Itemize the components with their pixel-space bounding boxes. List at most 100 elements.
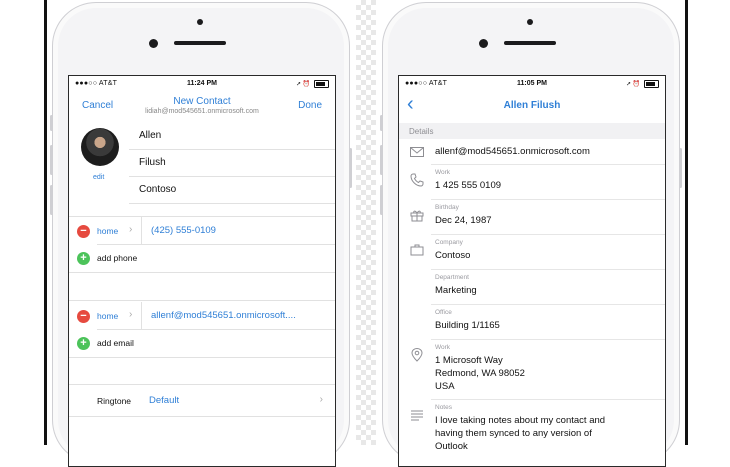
work-phone-value: 1 425 555 0109 [435,180,502,191]
department-row: Department Marketing [399,270,665,305]
phone-left: ●●●○○ AT&T 11:24 PM ➚ ⏰ Cancel New Conta… [50,2,352,467]
phone-right: ●●●○○ AT&T 11:05 PM ➚ ⏰ ‹ Allen Filush D… [380,2,682,467]
phone-icon [410,173,424,187]
nav-bar: ‹ Allen Filush [399,92,665,122]
work-address-row[interactable]: Work 1 Microsoft Way Redmond, WA 98052 U… [399,340,665,400]
frame-border-right [685,0,688,445]
front-camera [149,39,158,48]
email-value: allenf@mod545651.onmicrosoft.com [435,146,590,157]
contact-details-screen: ●●●○○ AT&T 11:05 PM ➚ ⏰ ‹ Allen Filush D… [398,75,666,467]
work-phone-row[interactable]: Work 1 425 555 0109 [399,165,665,200]
company-value: Contoso [435,250,471,261]
company-field[interactable]: Contoso [129,176,335,204]
email-detail-row[interactable]: allenf@mod545651.onmicrosoft.com [399,139,665,165]
front-sensor [197,19,203,25]
birthday-row: Birthday Dec 24, 1987 [399,200,665,235]
battery-icon [644,80,659,88]
address-line-2: Redmond, WA 98052 [435,368,525,379]
alarm-icon: ⏰ [632,81,641,88]
phone-number-field[interactable]: (425) 555-0109 [151,225,216,236]
company-label: Company [435,239,463,246]
notes-line-3: Outlook [435,441,468,452]
remove-email-button[interactable]: − [77,310,90,323]
add-phone-row[interactable]: + add phone [69,244,335,271]
status-time: 11:24 PM [187,80,217,87]
chevron-right-icon: › [129,309,133,320]
divider [141,302,142,329]
phone-label-selector[interactable]: home [97,226,118,236]
department-label: Department [435,274,469,281]
new-contact-screen: ●●●○○ AT&T 11:24 PM ➚ ⏰ Cancel New Conta… [68,75,336,467]
status-time: 11:05 PM [517,80,547,87]
gift-icon [410,210,424,222]
company-row: Company Contoso [399,235,665,270]
company-value: Contoso [139,184,177,195]
done-button[interactable]: Done [298,100,322,111]
volume-up-button [380,145,383,175]
last-name-field[interactable]: Filush [129,149,335,177]
edit-photo-link[interactable]: edit [93,174,104,181]
address-line-3: USA [435,381,455,392]
mute-switch [50,115,53,131]
address-line-1: 1 Microsoft Way [435,355,503,366]
briefcase-icon [410,244,424,256]
alarm-icon: ⏰ [302,81,311,88]
divider [69,416,335,417]
work-phone-label: Work [435,169,451,176]
notes-line-1: I love taking notes about my contact and [435,415,606,426]
volume-up-button [50,145,53,175]
department-value: Marketing [435,285,477,296]
add-phone-label: add phone [97,253,138,263]
divider [69,272,335,273]
location-icon: ➚ [296,81,302,88]
frame-border-left [44,0,47,445]
front-sensor [527,19,533,25]
earpiece-speaker [174,41,226,45]
office-label: Office [435,309,452,316]
notes-row: Notes I love taking notes about my conta… [399,400,665,460]
section-header: Details [399,123,665,139]
chevron-right-icon: › [129,224,133,235]
first-name-field[interactable]: Allen [129,122,335,150]
earpiece-speaker [504,41,556,45]
avatar[interactable] [81,128,119,166]
remove-phone-button[interactable]: − [77,225,90,238]
notes-icon [411,410,423,421]
ringtone-selector[interactable]: Default [149,395,179,406]
mute-switch [380,115,383,131]
ringtone-label: Ringtone [97,396,132,406]
work-address-label: Work [435,344,451,351]
divider [69,300,335,301]
add-email-row[interactable]: + add email [69,329,335,356]
phone-row: − home › (425) 555-0109 [69,217,335,244]
battery-icon [314,80,329,88]
office-row: Office Building 1/1165 [399,305,665,340]
divider [141,217,142,244]
volume-down-button [380,185,383,215]
divider [69,384,335,385]
status-bar: ●●●○○ AT&T 11:05 PM ➚ ⏰ [399,76,665,92]
notes-line-2: having them synced to any version of [435,428,592,439]
email-row: − home › allenf@mod545651.onmicrosoft...… [69,302,335,329]
power-button [349,148,352,188]
birthday-value: Dec 24, 1987 [435,215,492,226]
volume-down-button [50,185,53,215]
envelope-icon [410,147,424,157]
front-camera [479,39,488,48]
first-name-value: Allen [139,130,162,141]
divider [69,357,335,358]
office-value: Building 1/1165 [435,320,500,331]
email-field[interactable]: allenf@mod545651.onmicrosoft.... [151,310,296,321]
power-button [679,148,682,188]
birthday-label: Birthday [435,204,459,211]
status-icons: ➚ ⏰ [626,80,659,88]
location-icon: ➚ [626,81,632,88]
email-label-selector[interactable]: home [97,311,118,321]
chevron-right-icon: › [319,394,323,405]
add-phone-button[interactable]: + [77,252,90,265]
add-email-button[interactable]: + [77,337,90,350]
nav-title: New Contact [173,96,231,107]
nav-title: Allen Filush [503,100,561,111]
account-subtitle: lidiah@mod545651.onmicrosoft.com [145,108,259,115]
last-name-value: Filush [139,157,166,168]
